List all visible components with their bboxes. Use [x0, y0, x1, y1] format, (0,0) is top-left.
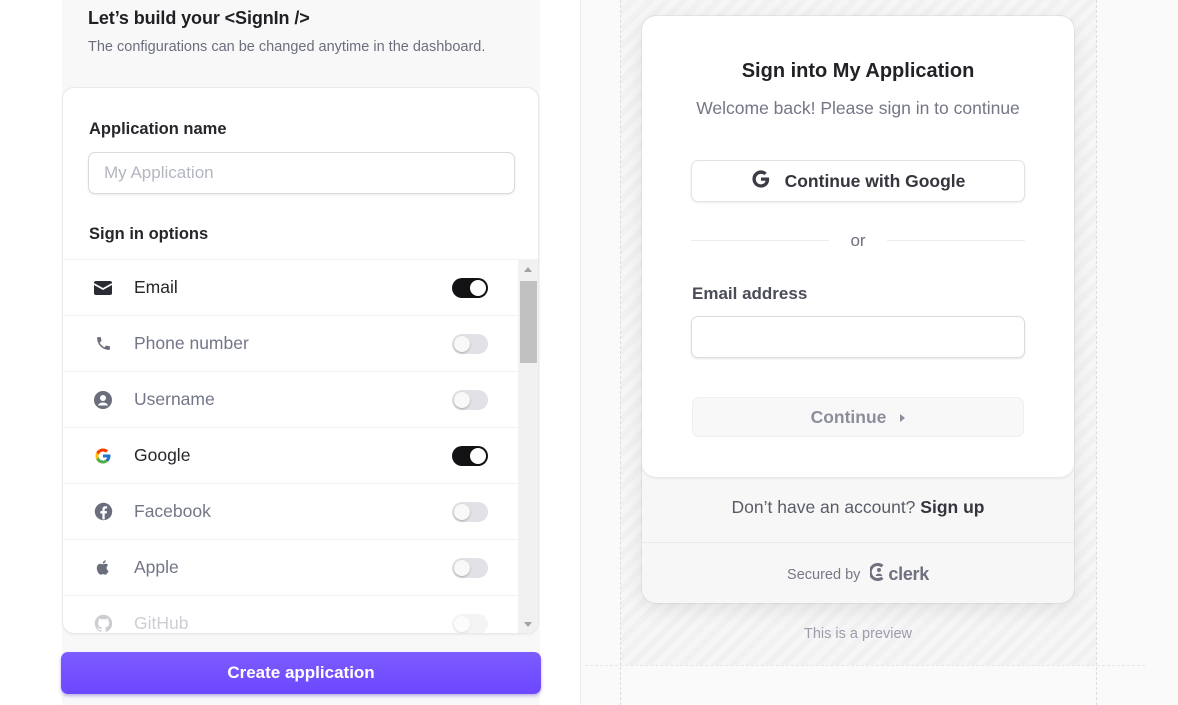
- phone-toggle[interactable]: [452, 333, 488, 354]
- phone-icon: [93, 334, 113, 354]
- email-toggle[interactable]: [452, 277, 488, 298]
- guide-line: [620, 0, 621, 705]
- option-label: Facebook: [134, 501, 211, 521]
- secured-by-footer: Secured by clerk: [642, 563, 1074, 586]
- option-label: Google: [134, 445, 191, 465]
- google-button-label: Continue with Google: [784, 170, 966, 191]
- guide-line: [585, 665, 1145, 666]
- app-name-input[interactable]: [88, 152, 515, 194]
- scroll-up-arrow-icon[interactable]: [524, 267, 532, 272]
- option-row-username: Username: [63, 372, 518, 428]
- page-background: [0, 0, 62, 705]
- clerk-brand-name: clerk: [888, 564, 929, 584]
- options-scrollbar[interactable]: [518, 259, 538, 633]
- github-toggle[interactable]: [452, 613, 488, 633]
- username-toggle[interactable]: [452, 389, 488, 410]
- option-row-email: Email: [63, 260, 518, 316]
- option-row-apple: Apple: [63, 540, 518, 596]
- option-label: Email: [134, 277, 178, 297]
- envelope-icon: [93, 278, 113, 298]
- preview-note: This is a preview: [804, 626, 912, 642]
- app-root: Let’s build your <SignIn /> The configur…: [0, 0, 1178, 705]
- apple-toggle[interactable]: [452, 557, 488, 578]
- signin-preview-card: Sign into My Application Welcome back! P…: [642, 16, 1074, 603]
- facebook-icon: [93, 502, 113, 522]
- email-address-label: Email address: [692, 284, 808, 303]
- app-name-label: Application name: [89, 120, 227, 138]
- signup-prompt: Don’t have an account? Sign up: [642, 497, 1074, 518]
- footer-divider: [642, 542, 1074, 543]
- option-row-github: GitHub: [63, 596, 518, 634]
- signin-subtitle: Welcome back! Please sign in to continue: [696, 98, 1020, 118]
- option-row-google: Google: [63, 428, 518, 484]
- google-toggle[interactable]: [452, 445, 488, 466]
- divider-line: [887, 240, 1025, 241]
- sign-in-options-label: Sign in options: [89, 225, 209, 243]
- config-card: Application name Sign in options Email P…: [62, 87, 539, 634]
- signin-title: Sign into My Application: [741, 60, 975, 82]
- no-account-text: Don’t have an account?: [731, 497, 916, 517]
- option-label: GitHub: [134, 613, 189, 633]
- play-arrow-icon: [900, 414, 906, 422]
- continue-with-google-button[interactable]: Continue with Google: [691, 160, 1025, 202]
- scroll-down-arrow-icon[interactable]: [524, 622, 532, 627]
- option-label: Phone number: [134, 333, 249, 353]
- builder-subheading: The configurations can be changed anytim…: [88, 39, 486, 55]
- option-label: Apple: [134, 557, 179, 577]
- option-label: Username: [134, 389, 215, 409]
- option-row-facebook: Facebook: [63, 484, 518, 540]
- sign-in-options-list: Email Phone number Username Google Faceb…: [63, 259, 518, 634]
- secured-by-text: Secured by: [787, 566, 861, 583]
- clerk-logo-icon: [869, 563, 886, 586]
- user-circle-icon: [93, 390, 113, 410]
- sign-up-link[interactable]: Sign up: [920, 497, 984, 517]
- facebook-toggle[interactable]: [452, 501, 488, 522]
- or-divider: or: [691, 229, 1025, 251]
- github-icon: [93, 614, 113, 634]
- google-g-icon: [751, 169, 771, 194]
- email-address-input[interactable]: [691, 316, 1025, 358]
- continue-button[interactable]: Continue: [692, 397, 1024, 437]
- divider-text: or: [850, 231, 866, 250]
- clerk-logo[interactable]: clerk: [869, 563, 929, 586]
- apple-icon: [93, 558, 113, 578]
- scrollbar-thumb[interactable]: [520, 281, 537, 363]
- create-application-button[interactable]: Create application: [61, 652, 541, 694]
- option-row-phone: Phone number: [63, 316, 518, 372]
- builder-heading: Let’s build your <SignIn />: [88, 8, 310, 28]
- guide-line: [1096, 0, 1097, 705]
- continue-label: Continue: [810, 406, 887, 427]
- google-icon: [93, 446, 113, 466]
- signin-main-section: Sign into My Application Welcome back! P…: [642, 16, 1074, 477]
